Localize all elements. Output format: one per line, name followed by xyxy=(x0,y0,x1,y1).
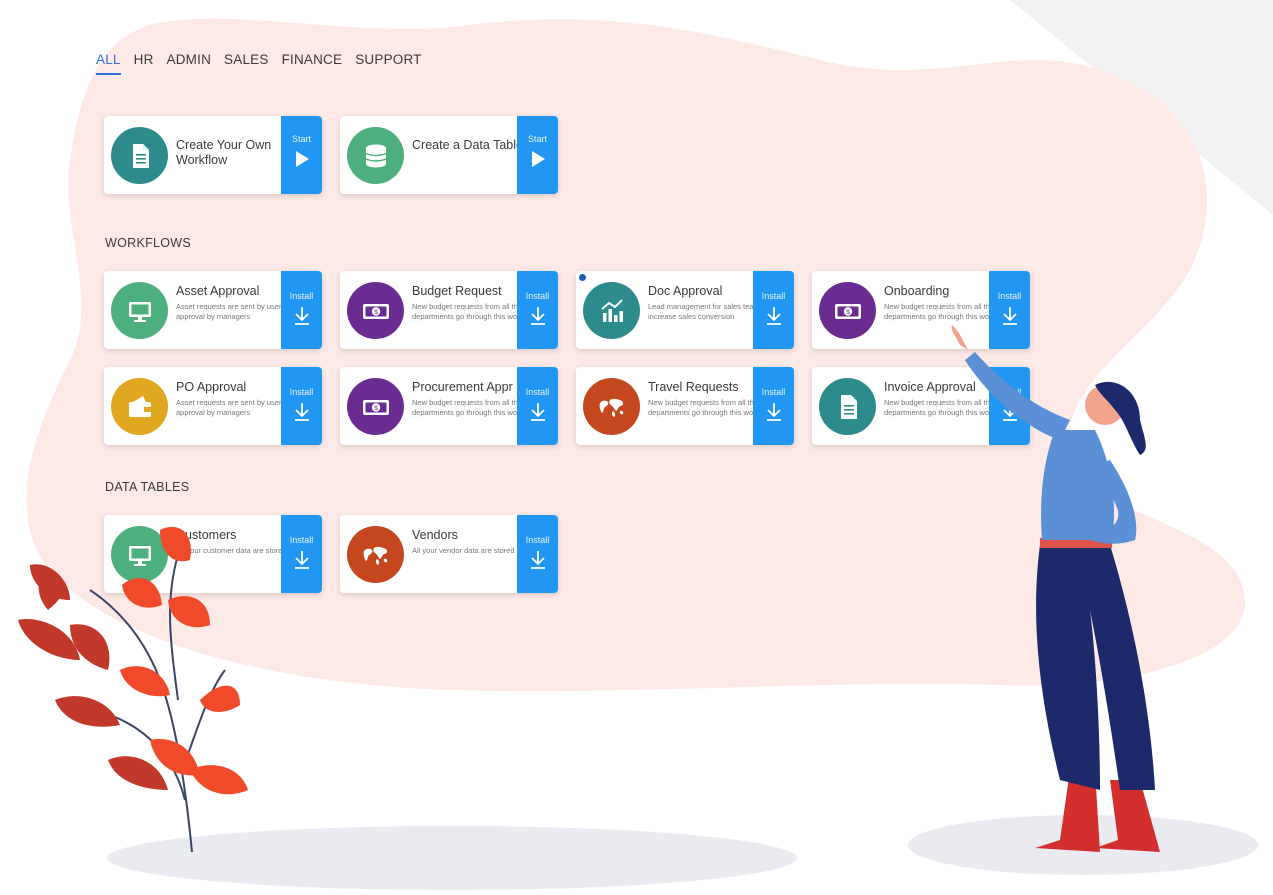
tab-support[interactable]: SUPPORT xyxy=(355,52,421,75)
tab-all[interactable]: ALL xyxy=(96,52,121,75)
install-button[interactable]: Install xyxy=(989,271,1030,349)
document-icon xyxy=(111,127,168,184)
data-tables-heading: DATA TABLES xyxy=(105,480,190,494)
database-icon xyxy=(347,127,404,184)
svg-text:$: $ xyxy=(846,309,850,316)
install-button[interactable]: Install xyxy=(281,367,322,445)
play-icon xyxy=(295,151,309,167)
tab-hr[interactable]: HR xyxy=(134,52,154,75)
download-icon xyxy=(294,403,309,421)
install-button[interactable]: Install xyxy=(989,367,1030,445)
play-icon xyxy=(531,151,545,167)
tab-admin[interactable]: ADMIN xyxy=(167,52,212,75)
install-button[interactable]: Install xyxy=(517,515,558,593)
create-data-table-card[interactable]: Create a Data Table Start xyxy=(340,116,558,194)
workflow-card-doc-approval[interactable]: Doc Approval Lead management for sales te… xyxy=(576,271,794,349)
wallet-icon xyxy=(111,378,168,435)
workflow-card-onboarding[interactable]: $ Onboarding New budget requests from all … xyxy=(812,271,1030,349)
money-icon: $ xyxy=(347,282,404,339)
install-button[interactable]: Install xyxy=(517,367,558,445)
workflow-card-procurement-appr[interactable]: $ Procurement Appr New budget requests fro… xyxy=(340,367,558,445)
workflow-card-po-approval[interactable]: PO Approval Asset requests are sent by us… xyxy=(104,367,322,445)
install-button[interactable]: Install xyxy=(753,271,794,349)
workflow-card-travel-requests[interactable]: Travel Requests New budget requests from … xyxy=(576,367,794,445)
start-button[interactable]: Start xyxy=(281,116,322,194)
data-table-card-vendors[interactable]: Vendors All your vendor data are stored h… xyxy=(340,515,558,593)
workflows-heading: WORKFLOWS xyxy=(105,236,192,250)
chart-icon xyxy=(583,282,640,339)
tab-finance[interactable]: FINANCE xyxy=(282,52,343,75)
monitor-icon xyxy=(111,526,168,583)
svg-text:$: $ xyxy=(374,309,378,316)
download-icon xyxy=(294,307,309,325)
category-tabs: ALL HR ADMIN SALES FINANCE SUPPORT xyxy=(96,52,422,75)
money-icon: $ xyxy=(347,378,404,435)
download-icon xyxy=(530,403,545,421)
document-icon xyxy=(819,378,876,435)
install-button[interactable]: Install xyxy=(281,271,322,349)
download-icon xyxy=(1002,307,1017,325)
world-map-icon xyxy=(583,378,640,435)
download-icon xyxy=(530,551,545,569)
download-icon xyxy=(1002,403,1017,421)
money-icon: $ xyxy=(819,282,876,339)
workflow-card-asset-approval[interactable]: Asset Approval Asset requests are sent by… xyxy=(104,271,322,349)
monitor-icon xyxy=(111,282,168,339)
svg-text:$: $ xyxy=(374,405,378,412)
install-button[interactable]: Install xyxy=(753,367,794,445)
download-icon xyxy=(766,307,781,325)
create-workflow-card[interactable]: Create Your Own Workflow Start xyxy=(104,116,322,194)
workflow-card-invoice-approval[interactable]: Invoice Approval New budget requests from… xyxy=(812,367,1030,445)
workflow-card-budget-request[interactable]: $ Budget Request New budget requests from … xyxy=(340,271,558,349)
install-button[interactable]: Install xyxy=(517,271,558,349)
start-button[interactable]: Start xyxy=(517,116,558,194)
download-icon xyxy=(530,307,545,325)
download-icon xyxy=(294,551,309,569)
data-table-card-customers[interactable]: Customers All your customer data are stor… xyxy=(104,515,322,593)
notification-dot xyxy=(579,274,586,281)
install-button[interactable]: Install xyxy=(281,515,322,593)
world-map-icon xyxy=(347,526,404,583)
tab-sales[interactable]: SALES xyxy=(224,52,269,75)
download-icon xyxy=(766,403,781,421)
